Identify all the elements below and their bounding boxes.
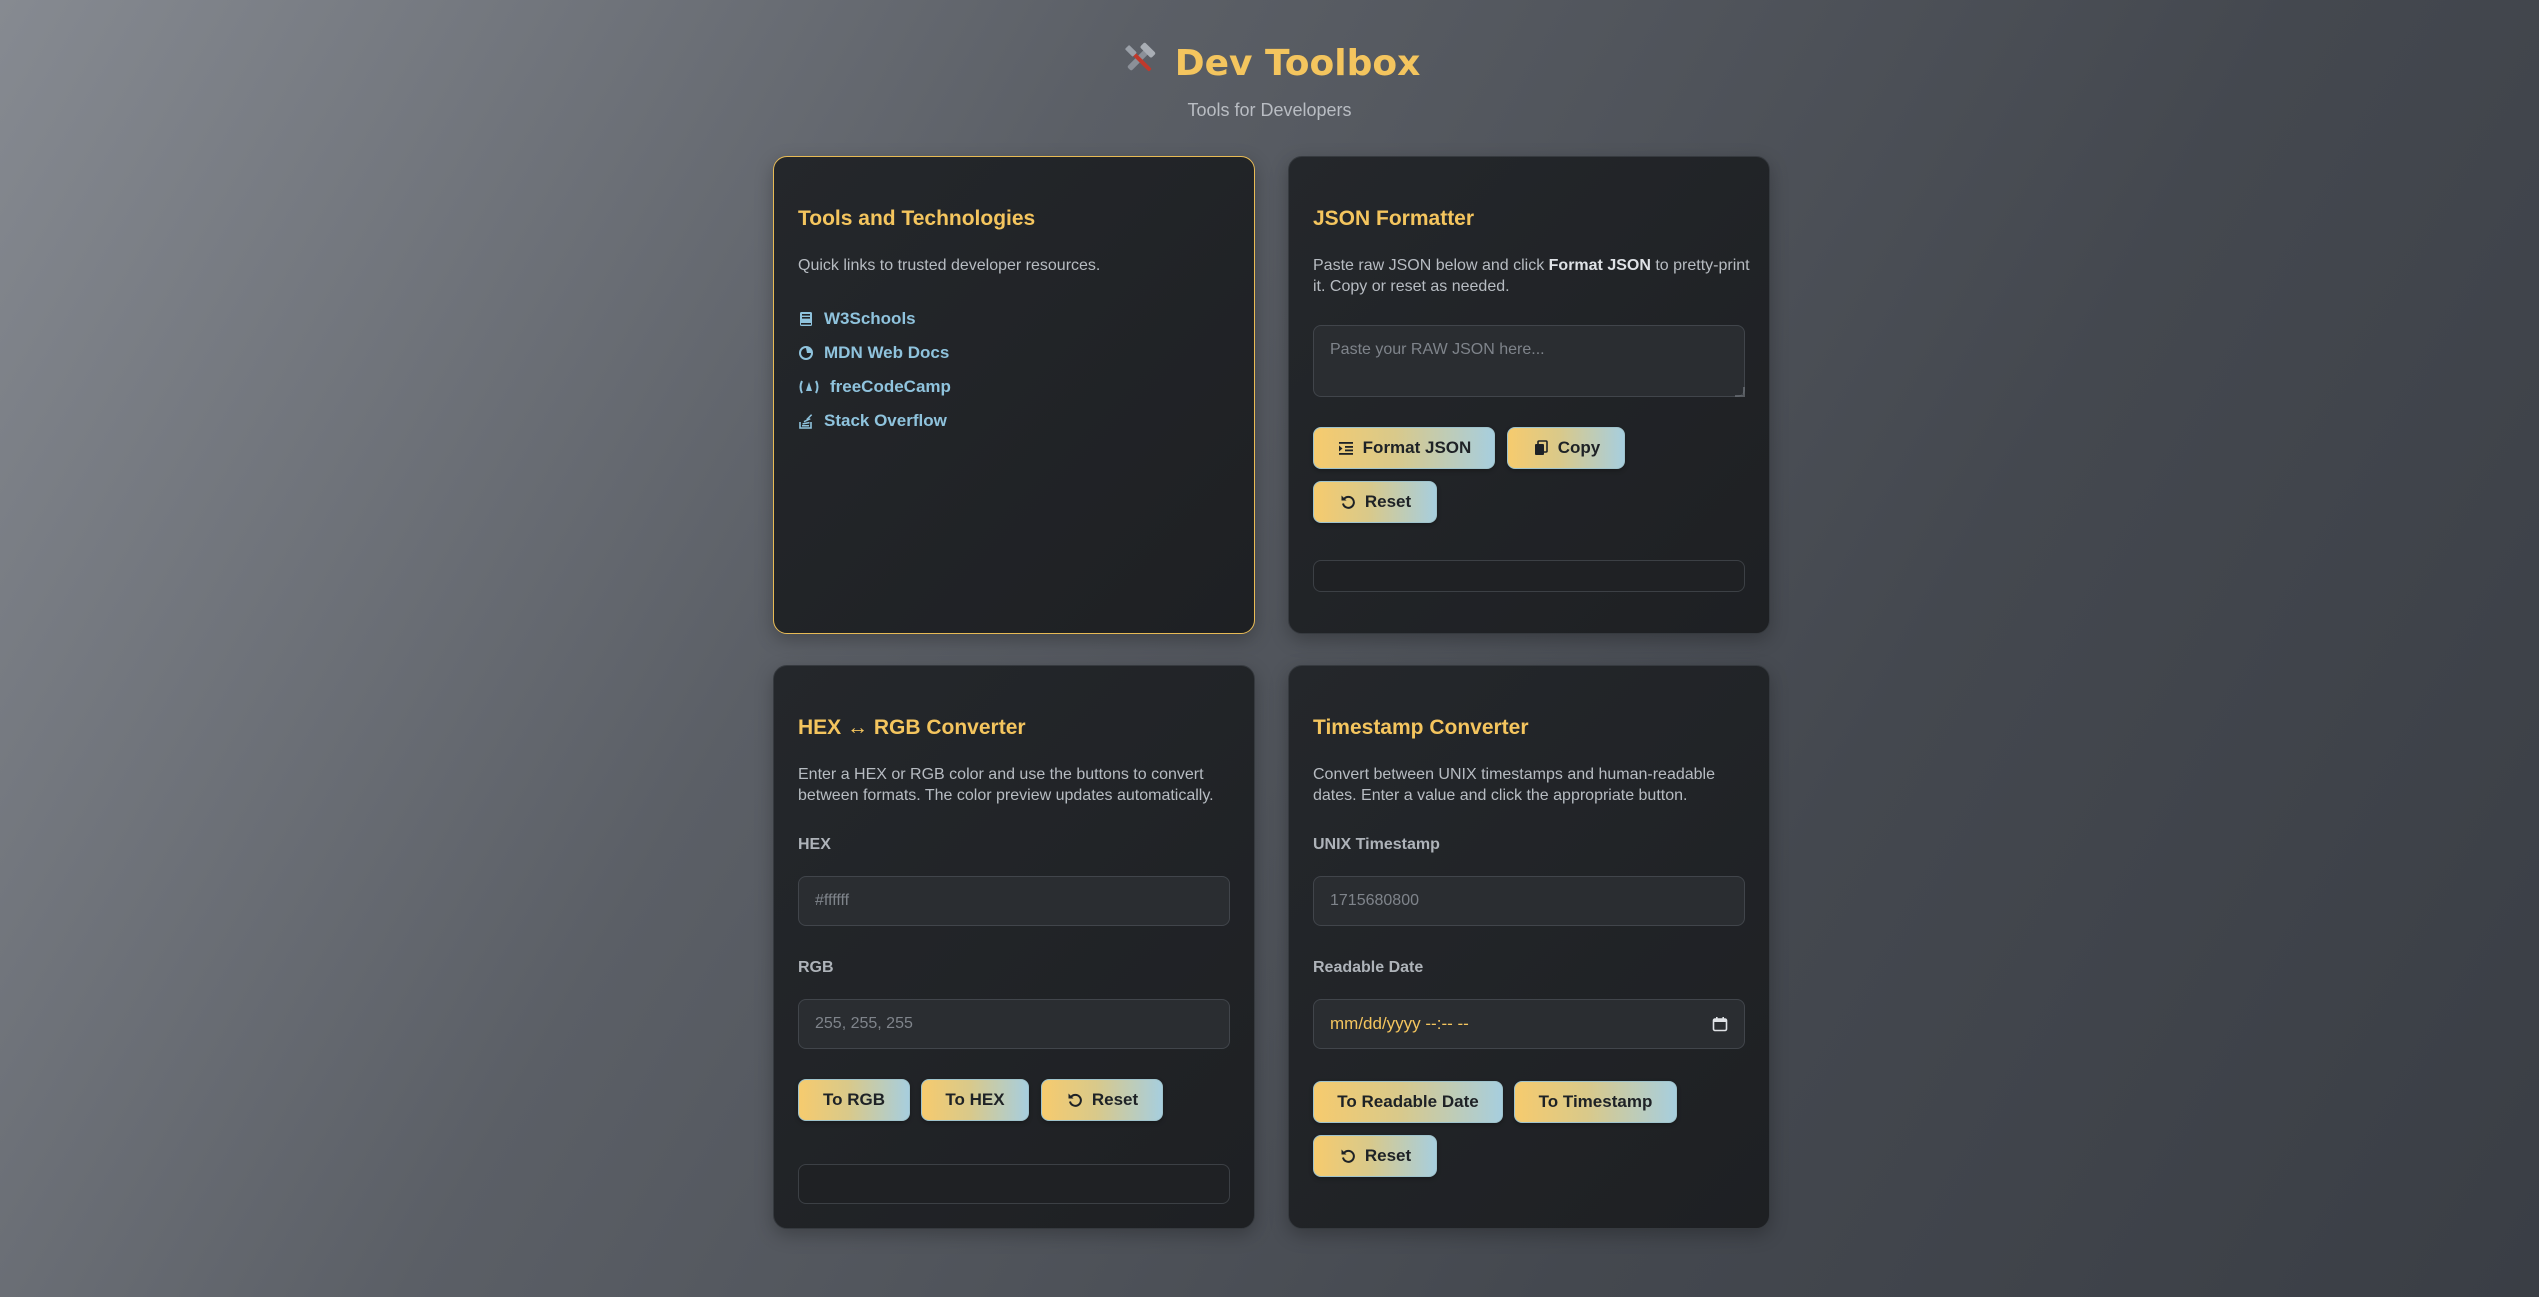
button-label: To HEX	[945, 1090, 1005, 1109]
card-description: Quick links to trusted developer resourc…	[798, 257, 1101, 274]
page-title: Dev Toolbox	[0, 38, 2539, 88]
color-output	[798, 1164, 1230, 1204]
freecodecamp-icon	[798, 378, 820, 396]
button-label: To RGB	[822, 1090, 885, 1109]
button-label: Format JSON	[1362, 438, 1472, 457]
json-formatter-card: JSON Formatter Paste raw JSON below and …	[1288, 156, 1770, 634]
link-w3schools[interactable]: W3Schools	[798, 302, 951, 336]
card-description: Paste raw JSON below and click Format JS…	[1313, 257, 1750, 295]
unix-timestamp-input[interactable]	[1313, 876, 1745, 926]
timestamp-card: Timestamp Converter Convert between UNIX…	[1288, 665, 1770, 1229]
reset-button[interactable]: Reset	[1313, 481, 1437, 523]
rgb-input[interactable]	[798, 999, 1230, 1049]
link-label: freeCodeCamp	[830, 377, 951, 396]
undo-icon	[1339, 493, 1357, 511]
card-description: Enter a HEX or RGB color and use the but…	[798, 766, 1214, 804]
to-rgb-button[interactable]: To RGB	[798, 1079, 910, 1121]
readable-date-input[interactable]: mm/dd/yyyy --:-- --	[1313, 999, 1745, 1049]
card-title: Tools and Technologies	[798, 207, 1036, 230]
card-title: HEX ↔ RGB Converter	[798, 716, 1026, 739]
book-icon	[798, 310, 814, 328]
card-description: Convert between UNIX timestamps and huma…	[1313, 766, 1715, 804]
page-subtitle: Tools for Developers	[1187, 100, 1352, 120]
date-value: mm/dd/yyyy --:-- --	[1330, 1014, 1469, 1033]
readable-date-label: Readable Date	[1313, 959, 1424, 976]
card-title: Timestamp Converter	[1313, 716, 1529, 739]
format-json-button[interactable]: Format JSON	[1313, 427, 1495, 469]
button-label: Copy	[1557, 438, 1601, 457]
link-label: MDN Web Docs	[824, 343, 950, 362]
stack-overflow-icon	[798, 412, 814, 430]
reset-button[interactable]: Reset	[1041, 1079, 1163, 1121]
unix-timestamp-label: UNIX Timestamp	[1313, 836, 1440, 853]
tools-card: Tools and Technologies Quick links to tr…	[773, 156, 1255, 634]
json-input[interactable]	[1313, 325, 1745, 397]
reset-button[interactable]: Reset	[1313, 1135, 1437, 1177]
indent-icon	[1337, 439, 1355, 457]
button-label: Reset	[1364, 1146, 1412, 1165]
rgb-label: RGB	[798, 959, 834, 976]
card-title: JSON Formatter	[1313, 207, 1475, 230]
resource-links: W3Schools MDN Web Docs freeCodeCamp Stac…	[798, 302, 951, 438]
resize-grip-icon[interactable]	[1735, 387, 1745, 397]
link-stack-overflow[interactable]: Stack Overflow	[798, 404, 951, 438]
undo-icon	[1339, 1147, 1357, 1165]
undo-icon	[1066, 1091, 1084, 1109]
link-freecodecamp[interactable]: freeCodeCamp	[798, 370, 951, 404]
link-mdn[interactable]: MDN Web Docs	[798, 336, 951, 370]
to-hex-button[interactable]: To HEX	[921, 1079, 1029, 1121]
link-label: Stack Overflow	[824, 411, 947, 430]
link-label: W3Schools	[824, 309, 916, 328]
hex-rgb-card: HEX ↔ RGB Converter Enter a HEX or RGB c…	[773, 665, 1255, 1229]
firefox-icon	[798, 344, 814, 362]
calendar-icon[interactable]	[1712, 1016, 1728, 1032]
copy-button[interactable]: Copy	[1507, 427, 1625, 469]
button-label: Reset	[1364, 492, 1412, 511]
to-timestamp-button[interactable]: To Timestamp	[1514, 1081, 1677, 1123]
hex-label: HEX	[798, 836, 831, 853]
button-label: To Timestamp	[1538, 1092, 1653, 1111]
json-output	[1313, 560, 1745, 592]
hex-input[interactable]	[798, 876, 1230, 926]
button-label: Reset	[1091, 1090, 1139, 1109]
copy-icon	[1532, 439, 1550, 457]
to-readable-date-button[interactable]: To Readable Date	[1313, 1081, 1503, 1123]
button-label: To Readable Date	[1337, 1092, 1479, 1111]
tools-icon	[1119, 39, 1159, 88]
app-title: Dev Toolbox	[1174, 42, 1421, 84]
